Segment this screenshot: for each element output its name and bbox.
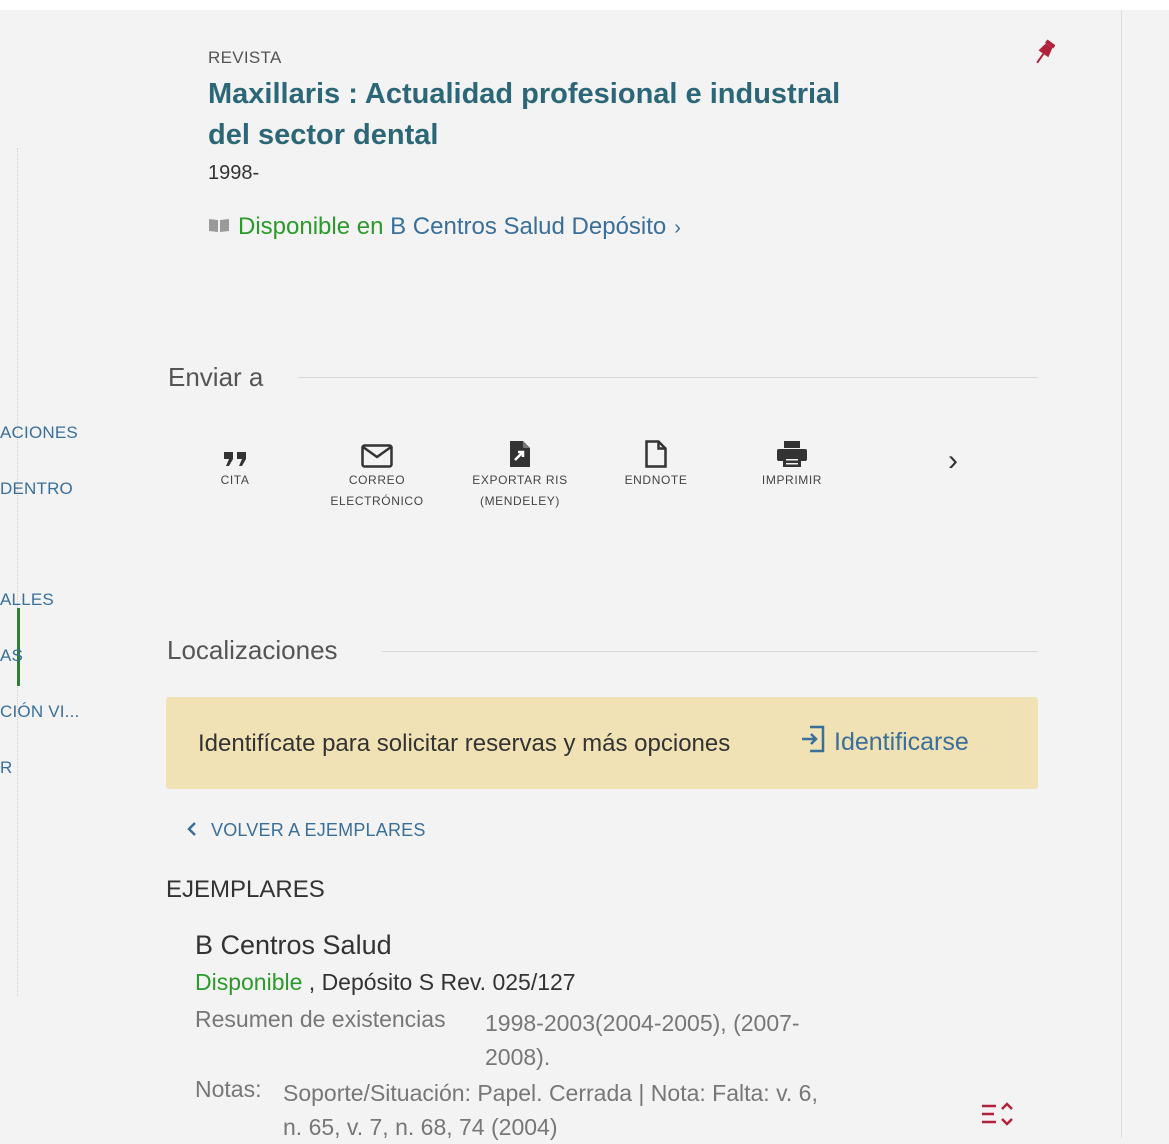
item-branch: B Centros Salud xyxy=(195,930,392,960)
send-to-divider xyxy=(298,377,1038,378)
left-nav-item-active[interactable]: AS xyxy=(0,646,23,666)
notes-value: Soporte/Situación: Papel. Cerrada | Nota… xyxy=(283,1080,818,1140)
export-ris-button[interactable]: EXPORTAR RIS (MENDELEY) xyxy=(470,440,570,512)
sign-in-icon xyxy=(800,725,826,760)
send-to-title: Enviar a xyxy=(168,362,264,392)
availability-prefix: Disponible en xyxy=(238,213,384,240)
quote-icon xyxy=(185,440,285,468)
left-nav-item-locations-in-other[interactable]: ACIONES xyxy=(0,423,78,443)
left-nav-item-other[interactable]: R xyxy=(0,758,12,778)
availability-line[interactable]: Disponible en B Centros Salud Depósito › xyxy=(208,212,681,241)
left-nav-item-dentro[interactable]: DENTRO xyxy=(0,479,73,499)
file-export-icon xyxy=(470,440,570,468)
signin-label: Identificarse xyxy=(834,728,969,756)
back-to-items-link[interactable]: VOLVER A EJEMPLARES xyxy=(187,820,426,841)
chevron-right-icon: › xyxy=(674,217,681,239)
print-button[interactable]: IMPRIMIR xyxy=(742,440,842,491)
left-nav-item-virtual[interactable]: CIÓN VI... xyxy=(0,702,79,722)
endnote-button[interactable]: ENDNOTE xyxy=(606,440,706,491)
send-email-label: CORREO ELECTRÓNICO xyxy=(330,473,424,508)
sort-filter-icon[interactable] xyxy=(980,1100,1014,1130)
locations-divider xyxy=(382,651,1038,652)
chevron-left-icon xyxy=(187,820,197,841)
right-divider xyxy=(1121,10,1122,1138)
item-status-line: Disponible , Depósito S Rev. 025/127 xyxy=(195,969,576,996)
items-heading: EJEMPLARES xyxy=(166,876,325,903)
holdings-summary-label: Resumen de existencias xyxy=(195,1006,446,1032)
availability-library[interactable]: B Centros Salud xyxy=(390,213,565,240)
print-label: IMPRIMIR xyxy=(761,473,823,487)
locations-title: Localizaciones xyxy=(167,635,338,665)
file-icon xyxy=(606,440,706,468)
printer-icon xyxy=(742,440,842,468)
top-strip xyxy=(0,0,1169,10)
item-status: Disponible xyxy=(195,969,303,995)
signin-button[interactable]: Identificarse xyxy=(800,725,969,760)
record-year: 1998- xyxy=(208,162,260,184)
availability-location[interactable]: Depósito xyxy=(572,213,667,240)
signin-banner-text: Identifícate para solicitar reservas y m… xyxy=(198,730,731,757)
export-ris-label: EXPORTAR RIS (MENDELEY) xyxy=(472,473,568,508)
send-to-next-button[interactable]: › xyxy=(948,444,958,478)
left-nav-guide xyxy=(17,148,18,996)
record-title[interactable]: Maxillaris : Actualidad profesional e in… xyxy=(208,74,888,156)
send-cite-button[interactable]: CITA xyxy=(185,440,285,491)
endnote-label: ENDNOTE xyxy=(624,473,688,487)
book-icon xyxy=(208,212,230,232)
send-cite-label: CITA xyxy=(220,473,250,487)
record-type-label: REVISTA xyxy=(208,48,282,67)
notes-label: Notas: xyxy=(195,1076,262,1102)
back-to-items-label: VOLVER A EJEMPLARES xyxy=(211,820,426,840)
pin-icon[interactable] xyxy=(1033,38,1056,68)
left-nav-item-details[interactable]: ALLES xyxy=(0,590,54,610)
send-email-button[interactable]: CORREO ELECTRÓNICO xyxy=(322,440,432,512)
item-call-number: , Depósito S Rev. 025/127 xyxy=(302,969,576,995)
holdings-summary-value: 1998-2003(2004-2005), (2007-2008). xyxy=(485,1010,800,1070)
envelope-icon xyxy=(322,440,432,468)
